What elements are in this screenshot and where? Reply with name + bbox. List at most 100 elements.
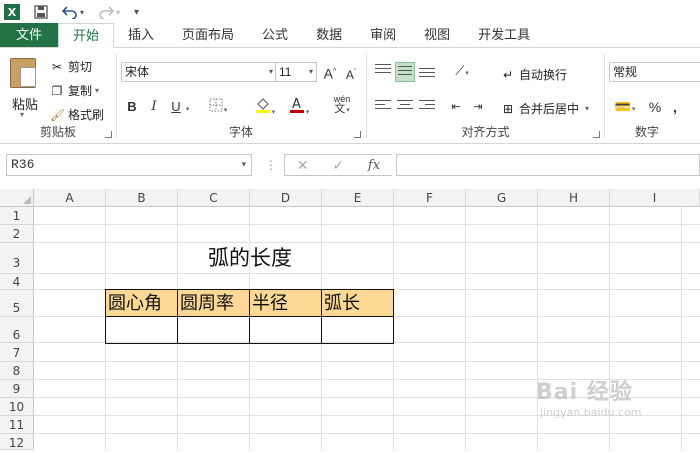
clipboard-group-label: 剪贴板 [39,125,76,139]
merge-center-button[interactable]: ⊞ 合并后居中 ▾ [501,100,589,117]
increase-indent-icon[interactable]: ⇥ [469,98,487,116]
table-value-cell[interactable] [250,317,322,344]
borders-button[interactable]: ▾ [205,98,231,116]
customize-toolbar-icon[interactable]: ▾ [134,7,139,18]
row-header-6[interactable]: 6 [0,317,34,343]
select-all-button[interactable] [0,189,34,207]
align-left-icon[interactable] [375,100,391,114]
tab-developer[interactable]: 开发工具 [464,23,544,47]
merge-center-label: 合并后居中 [519,102,580,116]
save-icon[interactable] [34,5,48,19]
table-value-cell[interactable] [178,317,250,344]
row-header-10[interactable]: 10 [0,398,34,416]
watermark: Bai 经验 jingyan.baidu.com [536,374,642,419]
undo-icon[interactable]: ▾ [62,5,84,19]
row-header-8[interactable]: 8 [0,362,34,380]
row-header-4[interactable]: 4 [0,274,34,290]
font-launcher-icon[interactable] [354,131,361,138]
align-center-icon[interactable] [397,100,413,114]
shrink-font-icon[interactable]: Aˇ [343,64,359,82]
row-header-2[interactable]: 2 [0,225,34,243]
bottom-align-icon[interactable] [419,68,435,82]
row-header-12[interactable]: 12 [0,434,34,450]
paste-dropdown-icon[interactable]: ▾ [20,110,24,119]
column-header-b[interactable]: B [106,189,178,207]
column-header-a[interactable]: A [34,189,106,207]
borders-icon [209,98,223,112]
paint-bucket-icon [255,98,270,113]
row-header-1[interactable]: 1 [0,207,34,225]
watermark-url: jingyan.baidu.com [540,406,642,419]
row-header-9[interactable]: 9 [0,380,34,398]
percent-button[interactable]: % [647,98,663,116]
wrap-text-icon: ↵ [502,67,514,82]
name-box-value: R36 [11,157,35,172]
cut-button[interactable]: ✂ 剪切 [50,58,92,75]
underline-dropdown-icon[interactable]: ▾ [183,98,191,116]
format-painter-button[interactable]: 🖌 格式刷 [50,106,104,123]
gridline [34,273,700,274]
insert-function-icon[interactable]: fx [368,158,380,173]
underline-button[interactable]: U [169,98,183,116]
italic-button[interactable]: I [147,98,161,116]
table-header-cell[interactable]: 半径 [250,290,322,317]
font-color-button[interactable]: A ▾ [285,96,313,116]
table-value-cell[interactable] [106,317,178,344]
top-align-icon[interactable] [375,64,391,78]
bold-button[interactable]: B [125,98,139,116]
name-box[interactable]: R36 ▾ [6,154,252,176]
tab-home[interactable]: 开始 [58,23,115,48]
column-header-f[interactable]: F [394,189,466,207]
table-header-cell[interactable]: 圆周率 [178,290,250,317]
fill-color-button[interactable]: ▾ [251,96,279,116]
sheet-title-cell[interactable]: 弧的长度 [178,243,322,273]
formula-input[interactable] [396,154,700,176]
row-header-5[interactable]: 5 [0,290,34,317]
wrap-text-button[interactable]: ↵ 自动换行 [501,66,567,83]
column-header-d[interactable]: D [250,189,322,207]
row-header-7[interactable]: 7 [0,343,34,362]
table-value-cell[interactable] [322,317,394,344]
enter-icon[interactable]: ✓ [332,157,344,174]
table-header-cell[interactable]: 圆心角 [106,290,178,317]
tab-page-layout[interactable]: 页面布局 [168,23,248,47]
middle-align-icon[interactable] [395,62,415,82]
table-header-cell[interactable]: 弧长 [322,290,394,317]
font-name-select[interactable]: 宋体 ▾ [121,62,277,82]
paste-icon[interactable] [10,58,36,88]
column-header-g[interactable]: G [466,189,538,207]
cancel-icon[interactable]: ✕ [297,157,309,174]
tab-data[interactable]: 数据 [302,23,356,47]
gridline [34,224,700,225]
tab-view[interactable]: 视图 [410,23,464,47]
phonetic-button[interactable]: wén 文▾ [327,94,357,115]
tab-file[interactable]: 文件 [0,23,58,47]
column-header-c[interactable]: C [178,189,250,207]
column-header-h[interactable]: H [538,189,610,207]
grow-font-icon[interactable]: A^ [322,63,338,82]
tab-formulas[interactable]: 公式 [248,23,302,47]
paste-button[interactable]: 粘贴 [12,94,38,113]
gridline [34,242,700,243]
row-header-3[interactable]: 3 [0,243,34,274]
orientation-icon[interactable]: ⟋▾ [449,62,475,80]
column-header-i[interactable]: I [610,189,700,207]
row-header-11[interactable]: 11 [0,416,34,434]
cut-label: 剪切 [68,60,93,74]
alignment-launcher-icon[interactable] [593,131,600,138]
tab-insert[interactable]: 插入 [114,23,168,47]
align-right-icon[interactable] [419,100,435,114]
column-header-e[interactable]: E [322,189,394,207]
grip-icon[interactable]: ⋮ [265,158,277,172]
font-size-select[interactable]: 11 ▾ [275,62,317,82]
number-format-select[interactable]: 常规 [609,62,700,82]
tab-review[interactable]: 审阅 [356,23,410,47]
accounting-format-icon[interactable]: 💳▾ [611,98,639,116]
redo-icon[interactable]: ▾ [98,5,120,19]
clipboard-launcher-icon[interactable] [105,131,112,138]
number-group-label: 数字 [635,125,660,139]
decrease-indent-icon[interactable]: ⇤ [447,98,465,116]
comma-button[interactable]: , [669,98,681,116]
alignment-group-label: 对齐方式 [461,125,510,139]
copy-button[interactable]: ❐ 复制 ▾ [50,82,99,99]
